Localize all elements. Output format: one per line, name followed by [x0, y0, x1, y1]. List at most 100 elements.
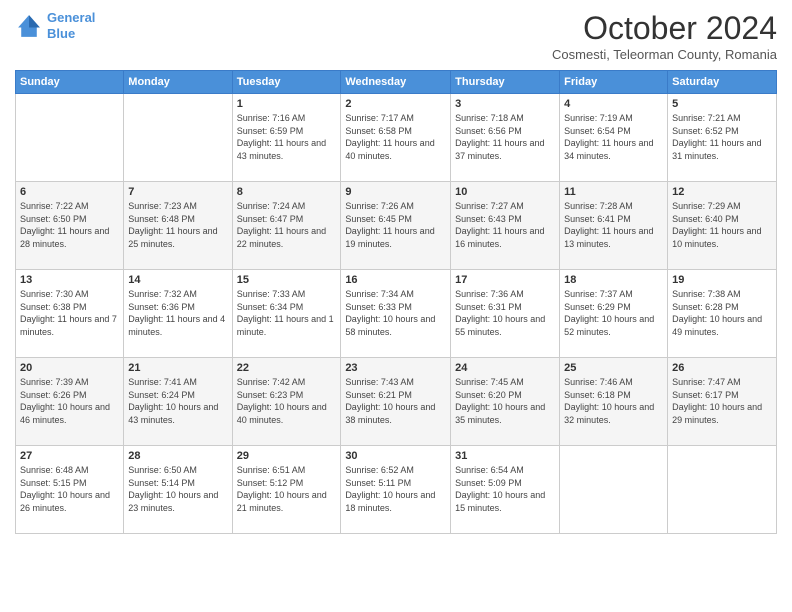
- day-info: Sunrise: 7:28 AM Sunset: 6:41 PM Dayligh…: [564, 200, 663, 250]
- day-number: 18: [564, 274, 663, 286]
- day-info: Sunrise: 7:24 AM Sunset: 6:47 PM Dayligh…: [237, 200, 337, 250]
- day-info: Sunrise: 7:16 AM Sunset: 6:59 PM Dayligh…: [237, 112, 337, 162]
- calendar-cell: 29 Sunrise: 6:51 AM Sunset: 5:12 PM Dayli…: [232, 446, 341, 534]
- day-info: Sunrise: 7:21 AM Sunset: 6:52 PM Dayligh…: [672, 112, 772, 162]
- calendar-cell: 17 Sunrise: 7:36 AM Sunset: 6:31 PM Dayli…: [451, 270, 560, 358]
- day-of-week-wednesday: Wednesday: [341, 71, 451, 94]
- calendar-table: SundayMondayTuesdayWednesdayThursdayFrid…: [15, 70, 777, 534]
- calendar-cell: 4 Sunrise: 7:19 AM Sunset: 6:54 PM Daylig…: [560, 94, 668, 182]
- calendar-cell: [124, 94, 232, 182]
- calendar-week-row: 13Sunrise: 7:30 AM Sunset: 6:38 PM Dayli…: [16, 270, 777, 358]
- day-info: Sunrise: 7:19 AM Sunset: 6:54 PM Dayligh…: [564, 112, 663, 162]
- calendar-cell: 14 Sunrise: 7:32 AM Sunset: 6:36 PM Dayli…: [124, 270, 232, 358]
- day-number: 14: [128, 274, 227, 286]
- day-number: 16: [345, 274, 446, 286]
- calendar-cell: [16, 94, 124, 182]
- calendar-week-row: 27Sunrise: 6:48 AM Sunset: 5:15 PM Dayli…: [16, 446, 777, 534]
- calendar-cell: 25 Sunrise: 7:46 AM Sunset: 6:18 PM Dayli…: [560, 358, 668, 446]
- logo-icon: [15, 12, 43, 40]
- calendar-week-row: 20Sunrise: 7:39 AM Sunset: 6:26 PM Dayli…: [16, 358, 777, 446]
- day-number: 13: [20, 274, 119, 286]
- day-info: Sunrise: 7:42 AM Sunset: 6:23 PM Dayligh…: [237, 376, 337, 426]
- day-number: 6: [20, 186, 119, 198]
- calendar-cell: 10 Sunrise: 7:27 AM Sunset: 6:43 PM Dayli…: [451, 182, 560, 270]
- day-number: 3: [455, 98, 555, 110]
- day-info: Sunrise: 7:46 AM Sunset: 6:18 PM Dayligh…: [564, 376, 663, 426]
- day-of-week-saturday: Saturday: [668, 71, 777, 94]
- calendar-cell: 21Sunrise: 7:41 AM Sunset: 6:24 PM Dayli…: [124, 358, 232, 446]
- day-info: Sunrise: 7:27 AM Sunset: 6:43 PM Dayligh…: [455, 200, 555, 250]
- day-number: 1: [237, 98, 337, 110]
- day-number: 2: [345, 98, 446, 110]
- day-info: Sunrise: 7:29 AM Sunset: 6:40 PM Dayligh…: [672, 200, 772, 250]
- day-info: Sunrise: 7:34 AM Sunset: 6:33 PM Dayligh…: [345, 288, 446, 338]
- title-block: October 2024 Cosmesti, Teleorman County,…: [552, 10, 777, 62]
- calendar-cell: 5 Sunrise: 7:21 AM Sunset: 6:52 PM Daylig…: [668, 94, 777, 182]
- calendar-cell: 23Sunrise: 7:43 AM Sunset: 6:21 PM Dayli…: [341, 358, 451, 446]
- calendar-cell: 24Sunrise: 7:45 AM Sunset: 6:20 PM Dayli…: [451, 358, 560, 446]
- calendar-cell: 11 Sunrise: 7:28 AM Sunset: 6:41 PM Dayli…: [560, 182, 668, 270]
- day-info: Sunrise: 7:37 AM Sunset: 6:29 PM Dayligh…: [564, 288, 663, 338]
- calendar-cell: 3 Sunrise: 7:18 AM Sunset: 6:56 PM Daylig…: [451, 94, 560, 182]
- day-number: 11: [564, 186, 663, 198]
- logo-text: General Blue: [47, 10, 95, 41]
- header: General Blue October 2024 Cosmesti, Tele…: [15, 10, 777, 62]
- logo-general: General: [47, 10, 95, 25]
- day-of-week-thursday: Thursday: [451, 71, 560, 94]
- day-number: 8: [237, 186, 337, 198]
- day-info: Sunrise: 7:38 AM Sunset: 6:28 PM Dayligh…: [672, 288, 772, 338]
- month-title: October 2024: [552, 10, 777, 47]
- logo: General Blue: [15, 10, 95, 41]
- day-number: 29: [237, 450, 337, 462]
- calendar-cell: 30 Sunrise: 6:52 AM Sunset: 5:11 PM Dayli…: [341, 446, 451, 534]
- day-info: Sunrise: 7:36 AM Sunset: 6:31 PM Dayligh…: [455, 288, 555, 338]
- day-number: 26: [672, 362, 772, 374]
- calendar-cell: [668, 446, 777, 534]
- day-info: Sunrise: 7:45 AM Sunset: 6:20 PM Dayligh…: [455, 376, 555, 426]
- day-number: 5: [672, 98, 772, 110]
- day-of-week-tuesday: Tuesday: [232, 71, 341, 94]
- day-info: Sunrise: 7:32 AM Sunset: 6:36 PM Dayligh…: [128, 288, 227, 338]
- calendar-cell: 8 Sunrise: 7:24 AM Sunset: 6:47 PM Daylig…: [232, 182, 341, 270]
- day-info: Sunrise: 7:41 AM Sunset: 6:24 PM Dayligh…: [128, 376, 227, 426]
- day-number: 9: [345, 186, 446, 198]
- calendar-cell: 19 Sunrise: 7:38 AM Sunset: 6:28 PM Dayli…: [668, 270, 777, 358]
- calendar-cell: 18 Sunrise: 7:37 AM Sunset: 6:29 PM Dayli…: [560, 270, 668, 358]
- day-number: 23: [345, 362, 446, 374]
- calendar-cell: 6 Sunrise: 7:22 AM Sunset: 6:50 PM Daylig…: [16, 182, 124, 270]
- calendar-week-row: 1 Sunrise: 7:16 AM Sunset: 6:59 PM Daylig…: [16, 94, 777, 182]
- day-info: Sunrise: 6:51 AM Sunset: 5:12 PM Dayligh…: [237, 464, 337, 514]
- day-number: 7: [128, 186, 227, 198]
- day-number: 4: [564, 98, 663, 110]
- day-number: 22: [237, 362, 337, 374]
- calendar-cell: 15 Sunrise: 7:33 AM Sunset: 6:34 PM Dayli…: [232, 270, 341, 358]
- day-info: Sunrise: 7:22 AM Sunset: 6:50 PM Dayligh…: [20, 200, 119, 250]
- day-info: Sunrise: 7:47 AM Sunset: 6:17 PM Dayligh…: [672, 376, 772, 426]
- calendar-cell: 1 Sunrise: 7:16 AM Sunset: 6:59 PM Daylig…: [232, 94, 341, 182]
- day-number: 17: [455, 274, 555, 286]
- day-of-week-monday: Monday: [124, 71, 232, 94]
- calendar-cell: 2 Sunrise: 7:17 AM Sunset: 6:58 PM Daylig…: [341, 94, 451, 182]
- day-of-week-sunday: Sunday: [16, 71, 124, 94]
- calendar-cell: 13Sunrise: 7:30 AM Sunset: 6:38 PM Dayli…: [16, 270, 124, 358]
- calendar-cell: 22 Sunrise: 7:42 AM Sunset: 6:23 PM Dayli…: [232, 358, 341, 446]
- day-info: Sunrise: 6:54 AM Sunset: 5:09 PM Dayligh…: [455, 464, 555, 514]
- day-info: Sunrise: 6:52 AM Sunset: 5:11 PM Dayligh…: [345, 464, 446, 514]
- day-of-week-friday: Friday: [560, 71, 668, 94]
- day-number: 30: [345, 450, 446, 462]
- day-number: 19: [672, 274, 772, 286]
- day-number: 10: [455, 186, 555, 198]
- day-info: Sunrise: 7:17 AM Sunset: 6:58 PM Dayligh…: [345, 112, 446, 162]
- calendar-cell: 12 Sunrise: 7:29 AM Sunset: 6:40 PM Dayli…: [668, 182, 777, 270]
- day-info: Sunrise: 7:33 AM Sunset: 6:34 PM Dayligh…: [237, 288, 337, 338]
- calendar-cell: [560, 446, 668, 534]
- calendar-cell: 20Sunrise: 7:39 AM Sunset: 6:26 PM Dayli…: [16, 358, 124, 446]
- day-number: 25: [564, 362, 663, 374]
- calendar-week-row: 6 Sunrise: 7:22 AM Sunset: 6:50 PM Daylig…: [16, 182, 777, 270]
- calendar-page: General Blue October 2024 Cosmesti, Tele…: [0, 0, 792, 612]
- calendar-cell: 27Sunrise: 6:48 AM Sunset: 5:15 PM Dayli…: [16, 446, 124, 534]
- day-number: 15: [237, 274, 337, 286]
- day-number: 12: [672, 186, 772, 198]
- day-info: Sunrise: 7:18 AM Sunset: 6:56 PM Dayligh…: [455, 112, 555, 162]
- day-number: 31: [455, 450, 555, 462]
